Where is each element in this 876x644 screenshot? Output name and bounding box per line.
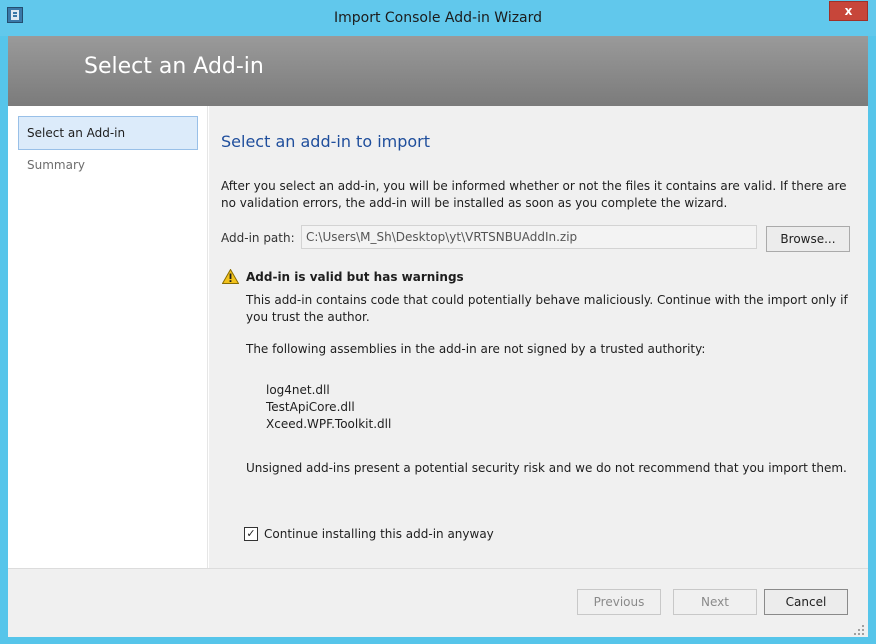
close-button[interactable]: x bbox=[829, 1, 868, 21]
unsigned-assemblies-list: log4net.dll TestApiCore.dll Xceed.WPF.To… bbox=[266, 382, 391, 433]
wizard-footer: Previous Next Cancel bbox=[8, 568, 868, 637]
cancel-button[interactable]: Cancel bbox=[764, 589, 848, 615]
wizard-client: Select an Add-in Select an Add-in Summar… bbox=[8, 36, 868, 637]
warning-icon bbox=[222, 269, 239, 284]
next-button[interactable]: Next bbox=[673, 589, 757, 615]
unsigned-assemblies-heading: The following assemblies in the add-in a… bbox=[246, 342, 706, 356]
step-select-add-in[interactable]: Select an Add-in bbox=[18, 116, 198, 150]
title-bar[interactable]: Import Console Add-in Wizard x bbox=[0, 0, 876, 36]
list-item: log4net.dll bbox=[266, 383, 330, 397]
warning-body: This add-in contains code that could pot… bbox=[246, 293, 848, 324]
warning-title: Add-in is valid but has warnings bbox=[246, 270, 464, 284]
wizard-window: Import Console Add-in Wizard x Select an… bbox=[0, 0, 876, 644]
window-title: Import Console Add-in Wizard bbox=[333, 10, 543, 26]
security-risk-text: Unsigned add-ins present a potential sec… bbox=[246, 461, 847, 475]
resize-grip-icon[interactable] bbox=[853, 624, 865, 636]
continue-installing-checkbox[interactable]: ✓ bbox=[244, 527, 258, 541]
page-heading: Select an add-in to import bbox=[221, 132, 431, 151]
add-in-path-field[interactable] bbox=[301, 225, 757, 249]
wizard-banner: Select an Add-in bbox=[8, 36, 868, 106]
browse-button[interactable]: Browse... bbox=[766, 226, 850, 252]
banner-title: Select an Add-in bbox=[84, 54, 264, 79]
wizard-steps: Select an Add-in Summary bbox=[8, 106, 208, 568]
add-in-path-label: Add-in path: bbox=[221, 231, 295, 245]
main-content: Select an add-in to import After you sel… bbox=[209, 106, 868, 568]
intro-text: After you select an add-in, you will be … bbox=[221, 179, 847, 210]
step-summary[interactable]: Summary bbox=[18, 148, 198, 182]
continue-installing-label[interactable]: Continue installing this add-in anyway bbox=[264, 527, 494, 541]
previous-button[interactable]: Previous bbox=[577, 589, 661, 615]
list-item: TestApiCore.dll bbox=[266, 400, 355, 414]
list-item: Xceed.WPF.Toolkit.dll bbox=[266, 417, 392, 431]
